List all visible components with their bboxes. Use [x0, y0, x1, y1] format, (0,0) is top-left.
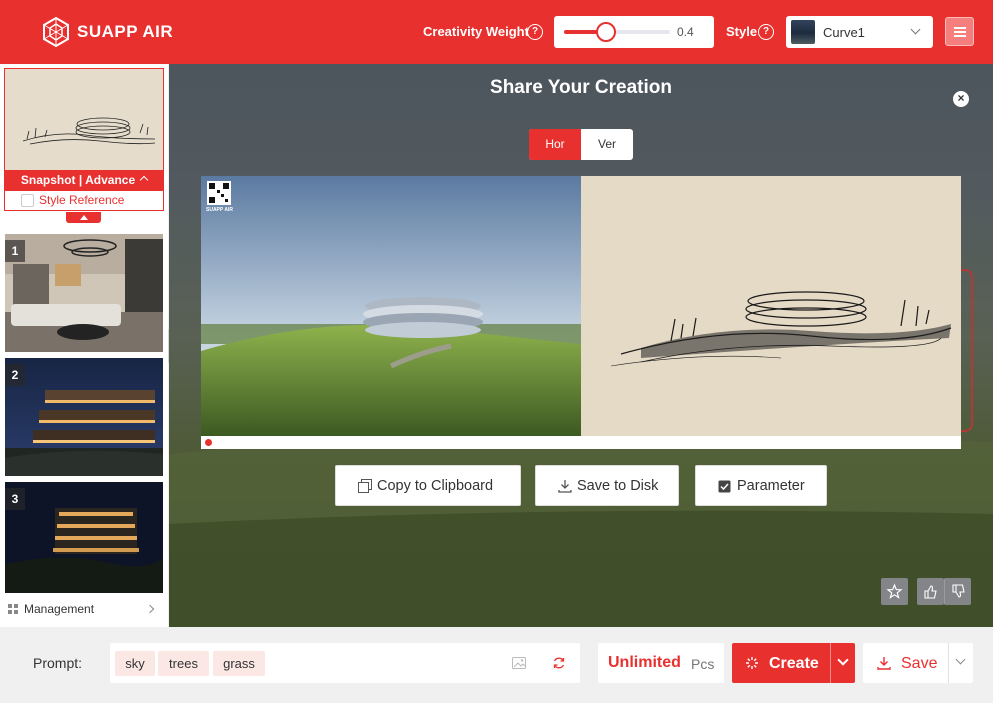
quota-unit: Pcs: [691, 656, 715, 672]
orientation-toggle[interactable]: Hor Ver: [529, 129, 633, 160]
share-dialog: Share Your Creation × Hor Ver SUAPP AIR …: [169, 64, 993, 627]
brand-dot-icon: [205, 439, 212, 446]
style-reference-row[interactable]: Style Reference: [4, 191, 164, 211]
watermark-strip: [201, 436, 961, 449]
share-title: Share Your Creation: [490, 77, 672, 98]
help-circle-icon[interactable]: ?: [758, 24, 774, 40]
style-reference-checkbox[interactable]: [21, 194, 34, 207]
top-header: SUAPP AIR Creativity Weight ? 0.4 Style …: [0, 0, 993, 64]
thumbnail-number: 1: [5, 240, 25, 262]
history-thumbnail[interactable]: 3: [5, 482, 163, 593]
download-icon: [558, 480, 572, 493]
thumbnail-number: 2: [5, 364, 25, 386]
chevron-down-icon[interactable]: [955, 654, 966, 665]
quota-display: Unlimited Pcs: [598, 643, 724, 683]
snapshot-advance-toggle[interactable]: Snapshot | Advance: [4, 170, 164, 191]
parameter-button[interactable]: Parameter: [695, 465, 827, 506]
snapshot-advance-label: Snapshot | Advance: [20, 173, 136, 187]
orientation-ver-button[interactable]: Ver: [581, 129, 633, 160]
style-selected-value: Curve1: [823, 25, 865, 40]
close-icon[interactable]: ×: [953, 91, 969, 107]
copy-icon: [358, 479, 372, 493]
sketch-image: [581, 176, 961, 436]
creativity-weight-slider[interactable]: 0.4: [554, 16, 714, 48]
management-link[interactable]: Management: [8, 602, 94, 616]
slider-track[interactable]: [564, 22, 670, 42]
night-building-image: [5, 358, 163, 476]
night-apartments-image: [5, 482, 163, 593]
copy-label: Copy to Clipboard: [377, 478, 494, 494]
download-icon: [877, 657, 891, 670]
save-label: Save: [901, 655, 938, 672]
style-reference-label: Style Reference: [39, 193, 125, 207]
management-label: Management: [24, 602, 95, 616]
style-label: Style: [726, 24, 758, 39]
quota-value: Unlimited: [608, 654, 681, 671]
chevron-up-icon: [139, 175, 149, 185]
background-frame-edge: [961, 269, 973, 432]
prompt-tag[interactable]: sky: [115, 651, 155, 676]
orientation-hor-button[interactable]: Hor: [529, 129, 581, 160]
star-icon[interactable]: [881, 578, 908, 605]
qr-caption: SUAPP AIR: [206, 207, 233, 213]
create-label: Create: [769, 655, 819, 672]
interior-render-image: [5, 234, 163, 352]
bottom-toolbar: Prompt: sky trees grass Unlimited Pcs Cr…: [0, 627, 993, 703]
style-select[interactable]: Curve1: [786, 16, 933, 48]
history-thumbnail[interactable]: 1: [5, 234, 163, 352]
chevron-down-icon: [910, 24, 921, 35]
creativity-weight-label: Creativity Weight: [423, 24, 529, 39]
caret-up-icon: [80, 215, 88, 220]
slider-thumb[interactable]: [596, 22, 617, 42]
collapse-up-tab[interactable]: [66, 212, 101, 223]
render-image: SUAPP AIR: [201, 176, 581, 436]
thumbs-up-icon[interactable]: [917, 578, 944, 605]
create-divider: [830, 643, 831, 683]
parameter-label: Parameter: [737, 478, 805, 494]
thumbnail-number: 3: [5, 488, 25, 510]
chevron-right-icon[interactable]: [145, 604, 155, 614]
style-thumbnail: [791, 20, 815, 44]
chevron-down-icon[interactable]: [837, 654, 849, 666]
prompt-tag[interactable]: trees: [158, 651, 209, 676]
sparkle-icon: [746, 657, 758, 669]
image-icon[interactable]: [512, 656, 526, 670]
checkbox-checked-icon: [718, 480, 731, 493]
hamburger-menu-icon[interactable]: [945, 17, 974, 46]
grid-icon: [8, 604, 18, 614]
save-to-disk-label: Save to Disk: [577, 478, 659, 494]
prompt-input[interactable]: sky trees grass: [110, 643, 580, 683]
thumbs-down-icon[interactable]: [944, 578, 971, 605]
prompt-label: Prompt:: [33, 655, 83, 671]
history-sidebar: Snapshot | Advance Style Reference 1 2 3…: [0, 64, 168, 627]
history-thumbnail[interactable]: 2: [5, 358, 163, 476]
brand-name: SUAPP AIR: [77, 22, 174, 41]
save-button[interactable]: Save: [863, 643, 973, 683]
save-divider: [948, 643, 949, 683]
copy-to-clipboard-button[interactable]: Copy to Clipboard: [335, 465, 521, 506]
creativity-weight-value: 0.4: [677, 25, 694, 39]
share-preview: SUAPP AIR: [201, 176, 961, 449]
suapp-logo-icon: [43, 17, 69, 47]
create-button[interactable]: Create: [732, 643, 855, 683]
prompt-tag[interactable]: grass: [213, 651, 265, 676]
help-circle-icon[interactable]: ?: [527, 24, 543, 40]
refresh-icon[interactable]: [552, 656, 566, 670]
save-to-disk-button[interactable]: Save to Disk: [535, 465, 679, 506]
